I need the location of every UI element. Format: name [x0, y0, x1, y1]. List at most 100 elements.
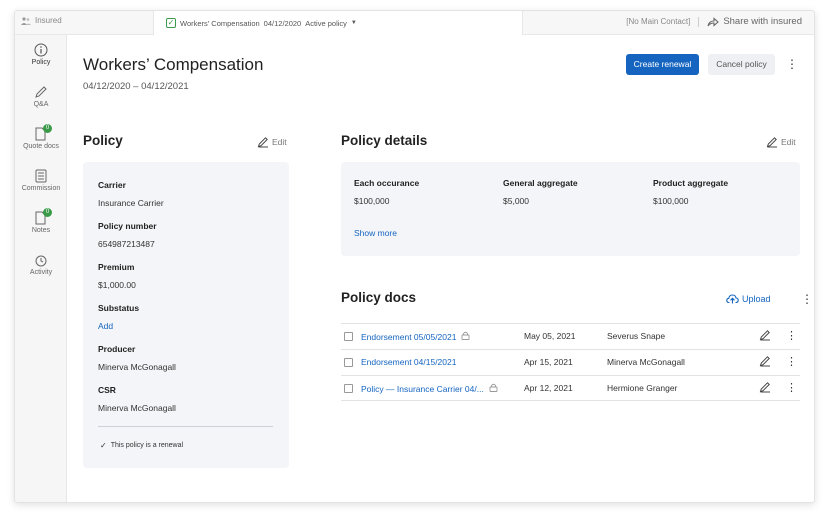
create-renewal-button[interactable]: Create renewal [626, 54, 699, 75]
policy-edit-button[interactable]: Edit [257, 136, 287, 148]
doc-user: Hermione Granger [607, 383, 678, 393]
doc-link[interactable]: Endorsement 04/15/2021 [361, 357, 456, 367]
activity-icon [34, 253, 48, 267]
carrier-value: Insurance Carrier [98, 198, 164, 208]
row-checkbox[interactable] [344, 384, 353, 393]
producer-label: Producer [98, 344, 136, 354]
edit-label: Edit [272, 137, 287, 147]
csr-value: Minerva McGonagall [98, 403, 176, 413]
upload-button[interactable]: Upload [726, 293, 771, 304]
policy-card: Carrier Insurance Carrier Policy number … [83, 162, 289, 468]
chevron-down-icon[interactable]: ▼ [351, 20, 357, 26]
note-icon: 0 [34, 208, 52, 225]
upload-label: Upload [742, 293, 771, 304]
pen-icon [34, 85, 48, 99]
premium-label: Premium [98, 262, 135, 272]
pencil-icon[interactable] [759, 355, 771, 369]
row-checkbox[interactable] [344, 332, 353, 341]
policy-heading: Policy [83, 133, 123, 148]
doc-date: Apr 12, 2021 [524, 383, 573, 393]
count-badge: 0 [43, 124, 52, 133]
docs-table: Endorsement 05/05/2021 May 05, 2021 Seve… [341, 323, 800, 401]
divider [98, 426, 273, 427]
sidebar-item-label: Notes [31, 227, 51, 234]
calculator-icon [34, 169, 48, 183]
insured-breadcrumb[interactable]: Insured [21, 16, 62, 25]
policy-number-label: Policy number [98, 221, 157, 231]
more-options-icon[interactable]: ⋮ [786, 58, 798, 70]
product-aggregate-label: Product aggregate [653, 178, 729, 188]
sidebar-item-commission[interactable]: Commission [15, 169, 67, 192]
carrier-label: Carrier [98, 180, 126, 190]
row-more-icon[interactable]: ⋮ [786, 381, 797, 394]
policy-dates: 04/12/2020 – 04/12/2021 [83, 81, 189, 92]
checkmark-icon: ✓ [100, 441, 107, 450]
doc-date: Apr 15, 2021 [524, 357, 573, 367]
doc-date: May 05, 2021 [524, 331, 576, 341]
policy-number-value: 654987213487 [98, 239, 155, 249]
table-row: Endorsement 05/05/2021 May 05, 2021 Seve… [341, 323, 800, 349]
share-label: Share with insured [723, 16, 802, 27]
cloud-upload-icon [726, 294, 739, 304]
producer-value: Minerva McGonagall [98, 362, 176, 372]
each-occurance-label: Each occurance [354, 178, 420, 188]
top-bar-right: [No Main Contact] Share with insured [626, 16, 802, 27]
check-icon: ✓ [166, 18, 176, 28]
sidebar-item-label: Activity [29, 269, 53, 276]
lock-icon [489, 383, 498, 394]
table-row: Endorsement 04/15/2021 Apr 15, 2021 Mine… [341, 349, 800, 375]
policy-details-card: Each occurance $100,000 General aggregat… [341, 162, 800, 256]
app-window: Insured ✓ Workers' Compensation 04/12/20… [14, 10, 815, 503]
sidebar-item-activity[interactable]: Activity [15, 253, 67, 276]
doc-user: Severus Snape [607, 331, 666, 341]
sidebar-item-label: Quote docs [23, 143, 59, 150]
docs-more-options-icon[interactable]: ⋮ [801, 293, 813, 305]
substatus-label: Substatus [98, 303, 140, 313]
sidebar-item-label: Commission [21, 185, 61, 192]
main-contact[interactable]: [No Main Contact] [626, 17, 690, 26]
row-checkbox[interactable] [344, 358, 353, 367]
doc-link[interactable]: Endorsement 05/05/2021 [361, 331, 470, 342]
doc-name: Endorsement 04/15/2021 [361, 357, 457, 367]
product-aggregate-value: $100,000 [653, 196, 689, 206]
table-row: Policy — Insurance Carrier 04/... Apr 12… [341, 375, 800, 401]
main-content: Workers’ Compensation 04/12/2020 – 04/12… [67, 35, 814, 502]
cancel-policy-button[interactable]: Cancel policy [708, 54, 775, 75]
row-more-icon[interactable]: ⋮ [786, 355, 797, 368]
doc-icon: 0 [34, 124, 52, 141]
doc-user: Minerva McGonagall [607, 357, 685, 367]
policy-tab[interactable]: ✓ Workers' Compensation 04/12/2020 Activ… [153, 11, 523, 35]
row-more-icon[interactable]: ⋮ [786, 329, 797, 342]
tab-date: 04/12/2020 [263, 18, 302, 28]
doc-name: Endorsement 05/05/2021 [361, 331, 457, 342]
sidebar-item-quote-docs[interactable]: 0 Quote docs [15, 124, 67, 150]
pencil-icon[interactable] [759, 329, 771, 343]
info-icon [34, 43, 48, 57]
each-occurance-value: $100,000 [354, 196, 390, 206]
divider [698, 16, 700, 27]
general-aggregate-value: $5,000 [503, 196, 529, 206]
details-edit-button[interactable]: Edit [766, 136, 796, 148]
policy-docs-heading: Policy docs [341, 290, 417, 305]
sidebar-item-label: Policy [31, 59, 51, 66]
people-icon [21, 16, 31, 25]
pencil-icon [257, 137, 268, 148]
policy-details-heading: Policy details [341, 133, 428, 148]
sidebar-item-notes[interactable]: 0 Notes [15, 208, 67, 234]
lock-icon [461, 331, 470, 342]
pencil-icon[interactable] [759, 381, 771, 395]
csr-label: CSR [98, 385, 116, 395]
share-button[interactable]: Share with insured [707, 16, 802, 27]
sidebar-item-policy[interactable]: Policy [15, 43, 67, 66]
count-badge: 0 [43, 208, 52, 217]
doc-link[interactable]: Policy — Insurance Carrier 04/... [361, 383, 498, 394]
substatus-add-link[interactable]: Add [98, 321, 113, 331]
renewal-text: This policy is a renewal [110, 442, 184, 449]
premium-value: $1,000.00 [98, 280, 136, 290]
insured-label: Insured [35, 16, 62, 25]
show-more-link[interactable]: Show more [354, 228, 397, 238]
sidebar-item-qa[interactable]: Q&A [15, 85, 67, 108]
tab-status: Active policy [305, 18, 347, 28]
tab-title: Workers' Compensation [180, 18, 260, 28]
renewal-note: ✓ This policy is a renewal [100, 441, 183, 450]
